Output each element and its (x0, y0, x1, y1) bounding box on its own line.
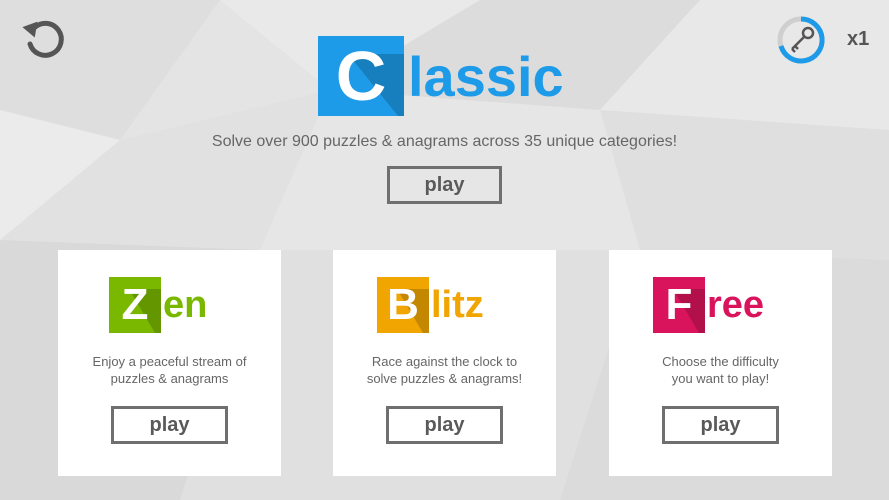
undo-arrow-icon (22, 20, 64, 58)
zen-description-line: Enjoy a peaceful stream of (92, 354, 247, 369)
blitz-play-button[interactable]: play (386, 406, 503, 444)
zen-logo-letter: Z (121, 280, 149, 329)
back-button[interactable] (20, 14, 68, 62)
free-logo: F ree (653, 277, 764, 333)
free-description: Choose the difficulty you want to play! (609, 353, 832, 387)
free-description-line: Choose the difficulty (662, 354, 779, 369)
key-count: x1 (847, 28, 870, 50)
zen-description-line: puzzles & anagrams (110, 371, 229, 386)
blitz-description-line: Race against the clock to (371, 354, 518, 369)
key-counter-button[interactable] (775, 14, 827, 66)
free-description-line: you want to play! (671, 371, 770, 386)
blitz-description-line: solve puzzles & anagrams! (366, 371, 523, 386)
classic-play-button[interactable]: play (387, 166, 502, 204)
free-logo-letter: F (665, 280, 693, 329)
classic-logo-text: lassic (408, 44, 564, 108)
free-card: F ree Choose the difficulty you want to … (609, 250, 832, 476)
free-logo-tile: F (653, 277, 705, 333)
zen-logo-tile: Z (109, 277, 161, 333)
free-play-button[interactable]: play (662, 406, 779, 444)
blitz-logo-text: litz (431, 283, 484, 326)
zen-logo-text: en (163, 283, 208, 326)
free-logo-text: ree (707, 283, 765, 326)
zen-play-button[interactable]: play (111, 406, 228, 444)
classic-description: Solve over 900 puzzles & anagrams across… (211, 133, 678, 150)
blitz-card: B litz Race against the clock to solve p… (333, 250, 556, 476)
blitz-logo: B litz (377, 277, 484, 333)
classic-logo-letter: C (335, 37, 387, 115)
zen-card: Z en Enjoy a peaceful stream of puzzles … (58, 250, 281, 476)
classic-logo-tile: C (318, 36, 404, 116)
blitz-logo-letter: B (387, 280, 419, 329)
zen-description: Enjoy a peaceful stream of puzzles & ana… (58, 353, 281, 387)
key-icon (777, 16, 825, 64)
blitz-description: Race against the clock to solve puzzles … (333, 353, 556, 387)
blitz-logo-tile: B (377, 277, 429, 333)
classic-logo: C lassic (318, 36, 564, 116)
zen-logo: Z en (109, 277, 207, 333)
